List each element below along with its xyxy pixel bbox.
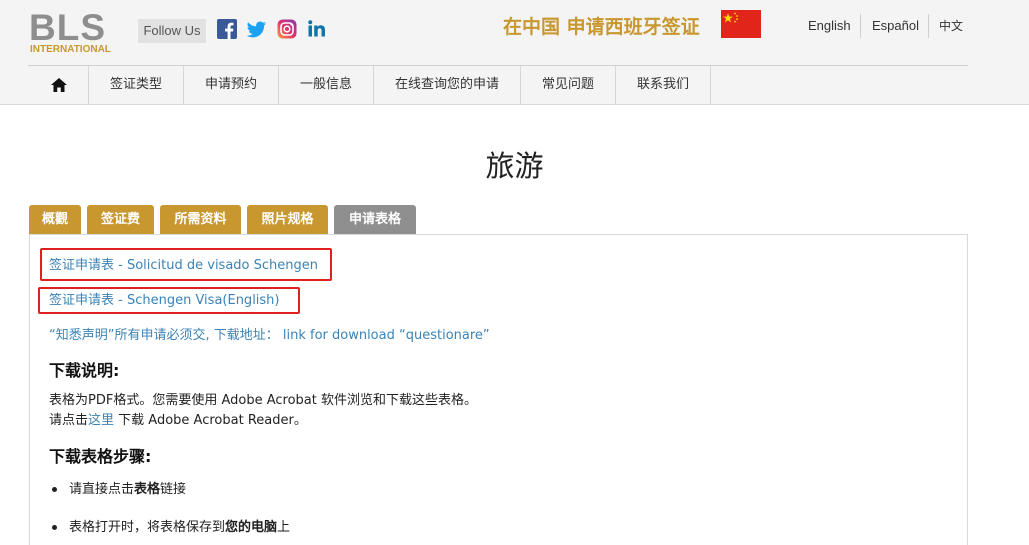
- link-schengen-form-english[interactable]: 签证申请表 - Schengen Visa(English): [49, 292, 280, 310]
- language-divider: [928, 14, 929, 38]
- facebook-icon[interactable]: [217, 19, 237, 39]
- page-title: 旅游: [485, 149, 544, 183]
- tab-photo-specs[interactable]: 照片规格: [247, 205, 328, 234]
- nav-item-general-info[interactable]: 一般信息: [279, 66, 374, 104]
- tab-application-forms[interactable]: 申请表格: [334, 205, 416, 234]
- tab-overview[interactable]: 概觀: [29, 205, 81, 234]
- download-line2-suffix: 下载 Adobe Acrobat Reader。: [114, 413, 307, 428]
- link-acrobat-here[interactable]: 这里: [88, 413, 114, 428]
- nav-item-track-application[interactable]: 在线查询您的申请: [374, 66, 521, 104]
- linkedin-icon[interactable]: [307, 19, 327, 39]
- china-flag-icon: [721, 10, 761, 38]
- language-espanol[interactable]: Español: [872, 14, 919, 38]
- logo-bls-text: BLS: [29, 7, 106, 48]
- step-text: 链接: [160, 482, 187, 497]
- download-instructions-line2: 请点击这里 下载 Adobe Acrobat Reader。: [49, 411, 307, 431]
- nav-item-visa-types[interactable]: 签证类型: [89, 66, 184, 104]
- logo-international-text: INTERNATIONAL: [30, 44, 111, 55]
- instagram-icon[interactable]: [277, 19, 297, 39]
- tab-visa-fee[interactable]: 签证费: [87, 205, 154, 234]
- step-text: 请直接点击: [69, 482, 135, 497]
- nav-item-appointment[interactable]: 申请预约: [184, 66, 279, 104]
- home-icon: [51, 78, 67, 92]
- bls-logo[interactable]: BLS INTERNATIONAL: [29, 9, 113, 57]
- step-item: 表格打开时，将表格保存到您的电脑上: [69, 519, 290, 537]
- step-text: 表格打开时，将表格保存到: [69, 520, 226, 535]
- link-schengen-form-spanish[interactable]: 签证申请表 - Solicitud de visado Schengen: [49, 257, 318, 275]
- twitter-icon[interactable]: [247, 19, 267, 39]
- step-item: 请直接点击表格链接: [69, 481, 186, 499]
- bullet-dot: [52, 487, 57, 492]
- language-english[interactable]: English: [808, 14, 851, 38]
- language-chinese[interactable]: 中文: [939, 14, 963, 38]
- follow-us-label: Follow Us: [138, 19, 206, 43]
- site-header: BLS INTERNATIONAL Follow Us 在中国 申请西班牙签证: [0, 0, 1029, 105]
- tab-required-documents[interactable]: 所需资料: [160, 205, 241, 234]
- bullet-dot: [52, 525, 57, 530]
- step-bold-text: 您的电脑: [225, 520, 278, 535]
- nav-item-faq[interactable]: 常见问题: [521, 66, 616, 104]
- link-questionnaire-download[interactable]: “知悉声明”所有申请必须交, 下载地址： link for download “…: [49, 327, 490, 345]
- nav-item-contact[interactable]: 联系我们: [616, 66, 711, 104]
- download-instructions-line1: 表格为PDF格式。您需要使用 Adobe Acrobat 软件浏览和下载这些表格…: [49, 393, 477, 408]
- slogan-text: 在中国 申请西班牙签证: [503, 16, 700, 38]
- language-divider: [860, 14, 861, 38]
- nav-home[interactable]: [28, 66, 89, 104]
- download-steps-heading: 下载表格步骤:: [49, 447, 152, 466]
- step-text: 上: [277, 520, 291, 535]
- download-instructions-heading: 下载说明:: [49, 361, 120, 380]
- step-bold-text: 表格: [134, 482, 161, 497]
- download-line2-prefix: 请点击: [49, 413, 89, 428]
